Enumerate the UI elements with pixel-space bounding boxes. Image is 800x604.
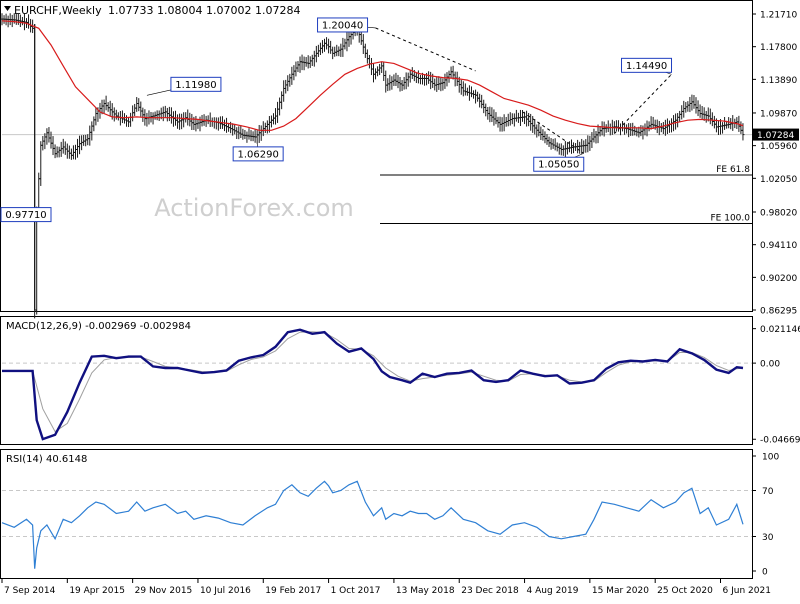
macd-tick-label: 0.021146 bbox=[760, 325, 800, 335]
chart-ohlc-readout: 1.07733 1.08004 1.07002 1.07284 bbox=[108, 4, 300, 17]
annotation-label: 1.11980 bbox=[175, 80, 216, 91]
fe-level-label: FE 61.8 bbox=[716, 165, 750, 175]
time-tick-label: 25 Oct 2020 bbox=[657, 586, 713, 596]
time-tick-label: 19 Feb 2017 bbox=[265, 586, 321, 596]
chart-symbol-label: EURCHF,Weekly bbox=[14, 4, 102, 17]
rsi-tick-label: 0 bbox=[762, 568, 768, 578]
price-tick-label: 1.09870 bbox=[760, 109, 797, 119]
price-tick-label: 1.17800 bbox=[760, 43, 797, 53]
price-tick-label: 1.05960 bbox=[760, 142, 797, 152]
rsi-tick-label: 100 bbox=[762, 453, 779, 463]
rsi-indicator-label: RSI(14) 40.6148 bbox=[6, 454, 87, 465]
rsi-tick-label: 70 bbox=[762, 487, 774, 497]
rsi-panel-frame bbox=[0, 449, 753, 579]
last-price-label: 1.07284 bbox=[757, 131, 794, 141]
time-tick-label: 7 Sep 2014 bbox=[4, 586, 56, 596]
annotation-label: 1.05050 bbox=[538, 160, 579, 171]
price-tick-label: 1.21710 bbox=[760, 11, 797, 21]
annotation-label: 1.20040 bbox=[322, 20, 363, 31]
price-tick-label: 0.94110 bbox=[760, 241, 797, 251]
time-tick-label: 13 May 2018 bbox=[396, 586, 455, 596]
time-tick-label: 4 Aug 2019 bbox=[527, 586, 579, 596]
price-tick-label: 0.98020 bbox=[760, 209, 797, 219]
time-tick-label: 19 Apr 2015 bbox=[69, 586, 125, 596]
fe-level-label: FE 100.0 bbox=[711, 213, 751, 223]
annotation-label: 1.14490 bbox=[626, 61, 667, 72]
price-tick-label: 1.02050 bbox=[760, 175, 797, 185]
chart-svg: 1.21710 1.17800 1.13890 1.09870 1.05960 1.020… bbox=[0, 0, 800, 596]
macd-panel-frame bbox=[0, 316, 753, 445]
price-tick-label: 0.86295 bbox=[760, 307, 797, 317]
eurchf-weekly-chart: 1.21710 1.17800 1.13890 1.09870 1.05960 1.020… bbox=[0, 0, 800, 600]
time-tick-label: 15 Mar 2020 bbox=[592, 586, 649, 596]
price-tick-label: 0.90200 bbox=[760, 274, 797, 284]
macd-tick-label: -0.046699 bbox=[760, 436, 800, 446]
time-tick-label: 10 Jul 2016 bbox=[200, 586, 251, 596]
watermark: ActionForex.com bbox=[154, 194, 354, 222]
time-tick-label: 6 Jun 2021 bbox=[723, 586, 771, 596]
time-axis: 7 Sep 2014 19 Apr 2015 29 Nov 2015 10 Jul 2… bbox=[1, 579, 771, 596]
annotation-label: 1.06290 bbox=[237, 149, 278, 160]
macd-tick-label: 0.00 bbox=[760, 360, 780, 370]
time-tick-label: 1 Oct 2017 bbox=[331, 586, 381, 596]
rsi-tick-label: 30 bbox=[762, 533, 774, 543]
price-panel-frame bbox=[0, 0, 753, 312]
price-tick-label: 1.13890 bbox=[760, 76, 797, 86]
annotation-label: 0.97710 bbox=[5, 210, 46, 221]
macd-indicator-label: MACD(12,26,9) -0.002969 -0.002984 bbox=[6, 321, 191, 332]
time-tick-label: 29 Nov 2015 bbox=[135, 586, 193, 596]
time-tick-label: 23 Dec 2018 bbox=[461, 586, 519, 596]
